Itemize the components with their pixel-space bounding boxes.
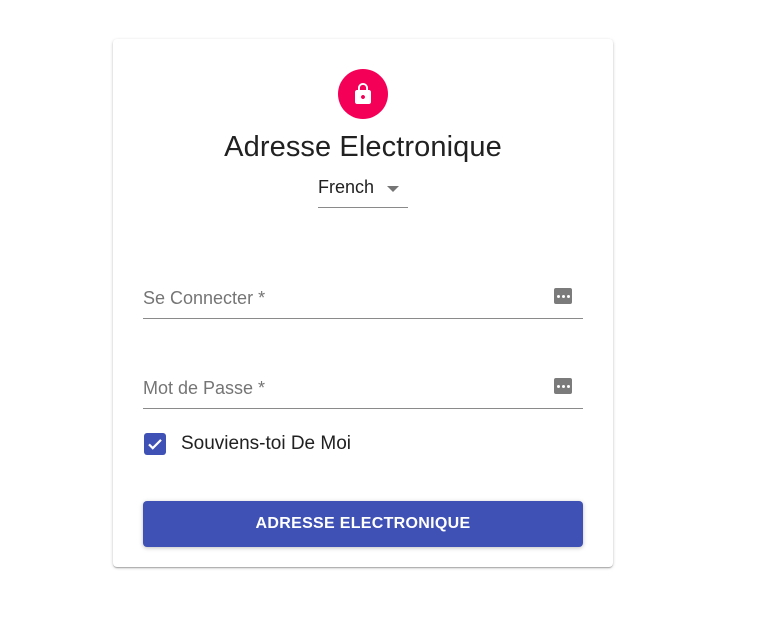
lock-avatar bbox=[338, 69, 388, 119]
chevron-down-icon bbox=[387, 186, 399, 192]
language-select-value: French bbox=[318, 177, 375, 197]
page-title: Adresse Electronique bbox=[224, 131, 502, 163]
lock-icon bbox=[355, 83, 371, 104]
checkmark-icon bbox=[148, 439, 162, 450]
password-manager-icon[interactable] bbox=[554, 288, 572, 304]
password-manager-icon[interactable] bbox=[554, 378, 572, 394]
login-card: Adresse Electronique French Se Connecter… bbox=[113, 39, 613, 567]
submit-button[interactable]: ADRESSE ELECTRONIQUE bbox=[143, 501, 583, 547]
password-field[interactable]: Mot de Passe * bbox=[143, 369, 583, 409]
username-field[interactable]: Se Connecter * bbox=[143, 279, 583, 319]
password-input[interactable] bbox=[143, 369, 547, 409]
remember-me-label: Souviens-toi De Moi bbox=[181, 433, 352, 454]
username-input[interactable] bbox=[143, 279, 547, 319]
language-select[interactable]: French bbox=[318, 174, 408, 208]
remember-me-checkbox[interactable] bbox=[144, 433, 166, 455]
